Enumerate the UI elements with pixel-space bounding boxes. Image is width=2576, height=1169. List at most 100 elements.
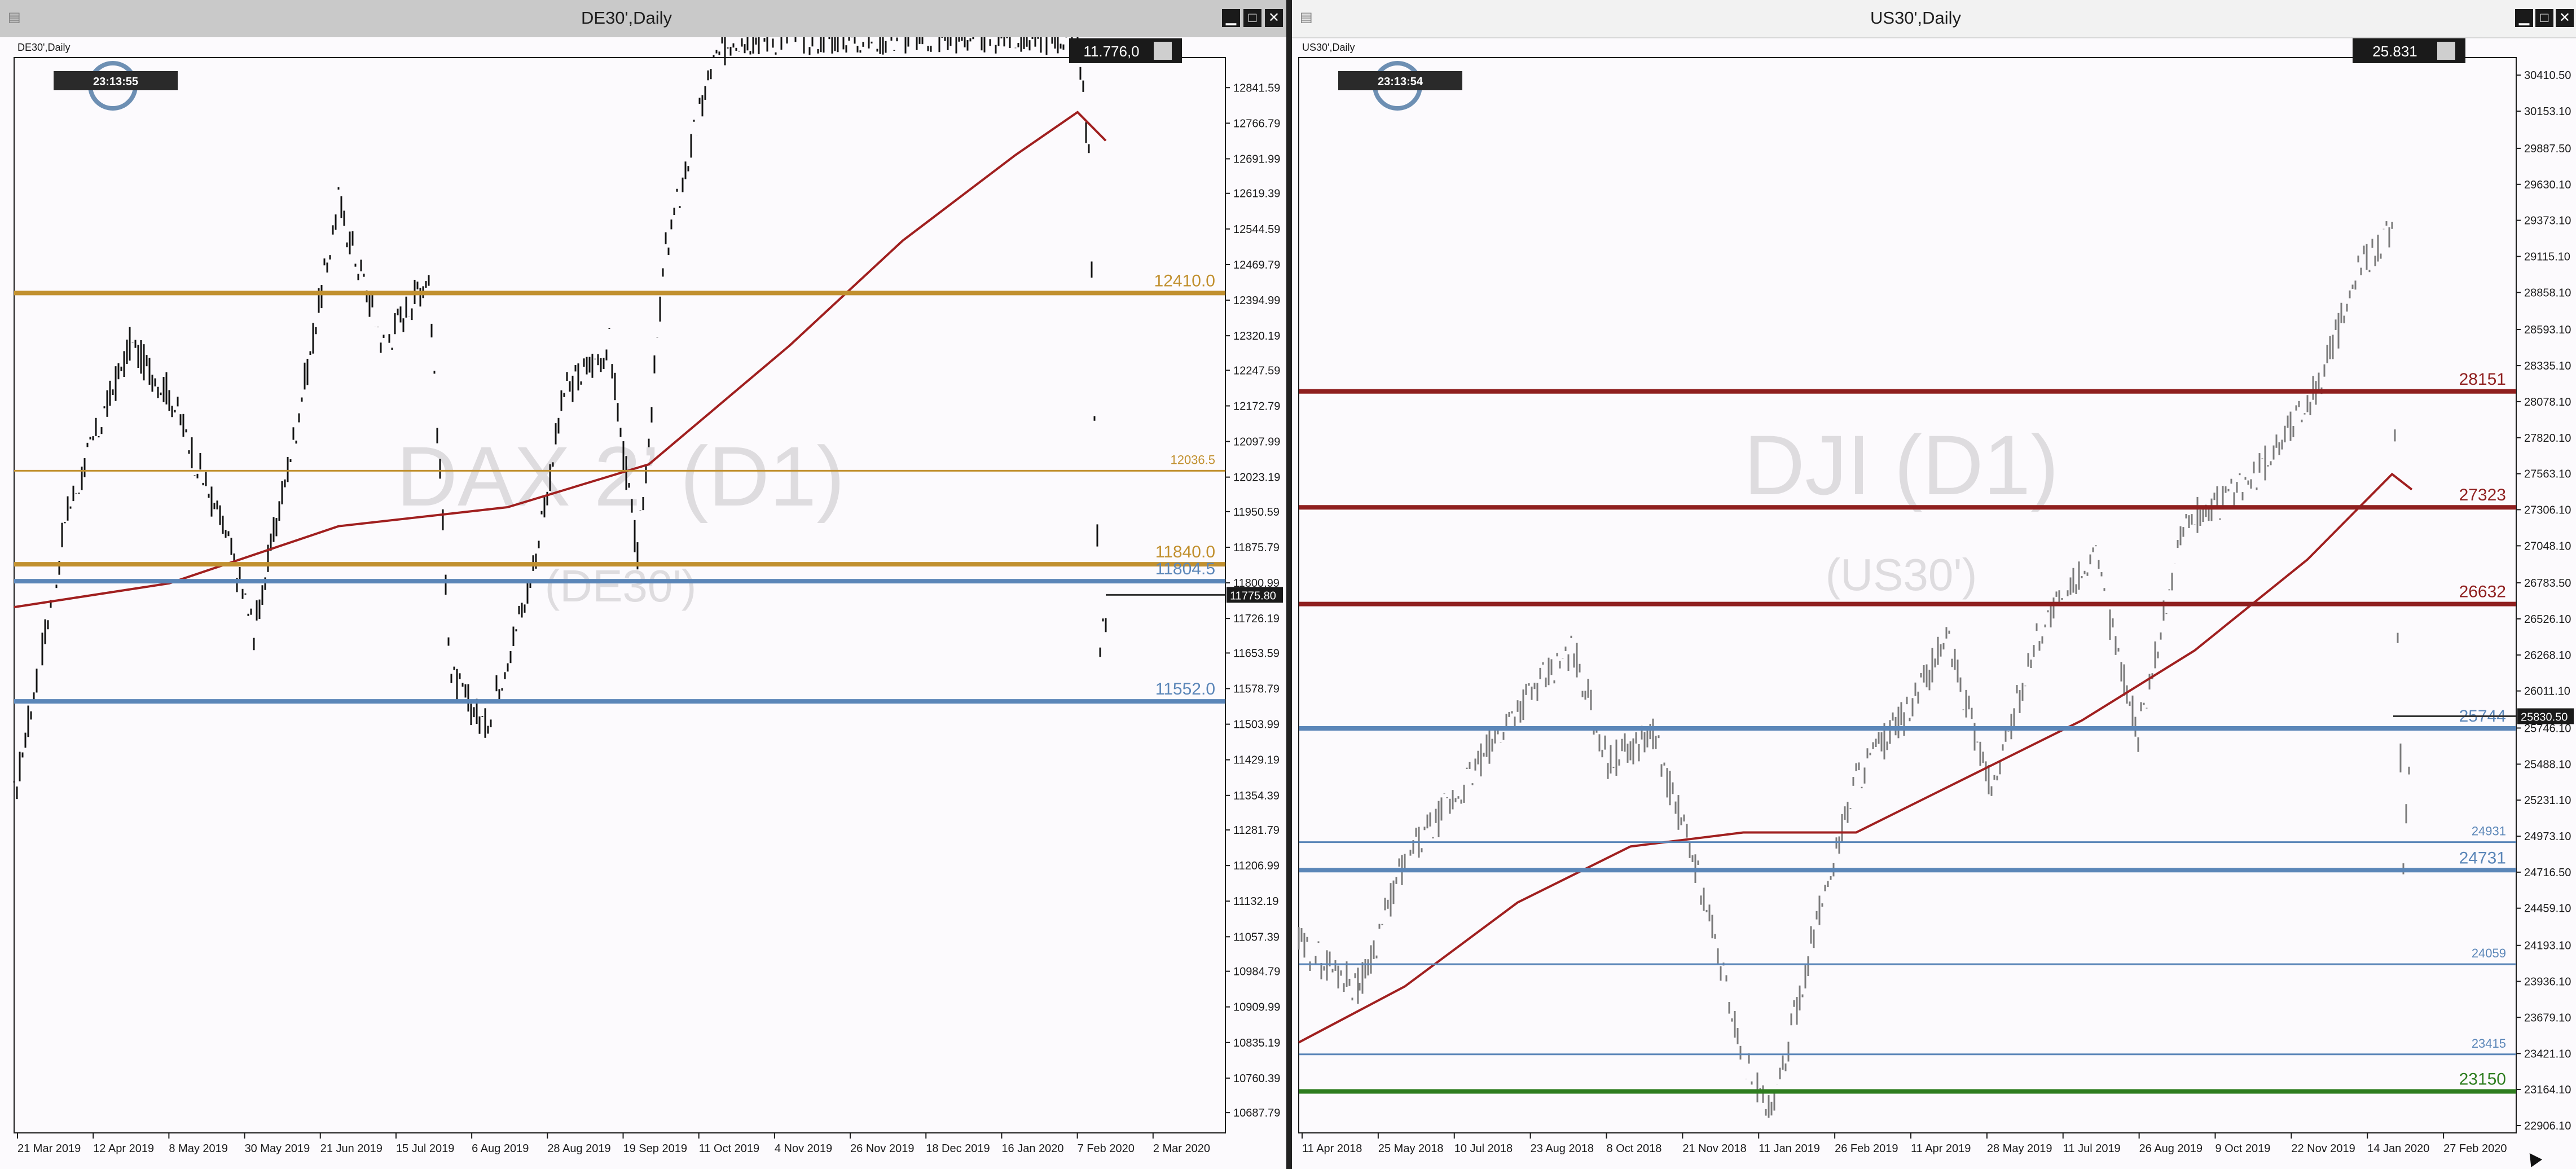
- y-tick-label: 11726.19: [1233, 613, 1280, 625]
- y-tick-label: 25488.10: [2524, 758, 2571, 771]
- dji-chart-window[interactable]: ▤ US30',Daily ▁ □ ✕ DJI (D1) (US30') 28151…: [1292, 0, 2576, 1169]
- level-label: 11804.5: [1155, 560, 1215, 578]
- x-tick-label: 26 Aug 2019: [2139, 1142, 2203, 1155]
- dji-window-titlebar[interactable]: ▤ US30',Daily ▁ □ ✕: [1292, 0, 2576, 38]
- minimize-button[interactable]: ▁: [1222, 9, 1240, 27]
- maximize-button[interactable]: □: [1243, 9, 1261, 27]
- current-price-text: 25830.50: [2521, 711, 2568, 723]
- y-tick-label: 23936.10: [2524, 975, 2571, 988]
- y-tick-label: 12247.59: [1233, 364, 1280, 377]
- y-tick-label: 27563.10: [2524, 468, 2571, 481]
- y-tick-label: 27048.10: [2524, 540, 2571, 552]
- y-tick-label: 11354.39: [1233, 790, 1280, 802]
- server-clock: 23:13:54: [1378, 76, 1423, 88]
- moving-average-line: [14, 111, 1107, 609]
- y-tick-label: 26526.10: [2524, 613, 2571, 626]
- x-tick-label: 8 May 2019: [169, 1142, 228, 1155]
- y-tick-label: 10835.19: [1233, 1037, 1280, 1049]
- x-tick-label: 27 Feb 2020: [2443, 1142, 2507, 1155]
- x-tick-label: 28 Aug 2019: [547, 1142, 610, 1155]
- y-tick-label: 12023.19: [1233, 472, 1280, 484]
- y-tick-label: 23164.10: [2524, 1084, 2571, 1096]
- x-tick-label: 8 Oct 2018: [1607, 1142, 1662, 1155]
- maximize-button[interactable]: □: [2535, 9, 2553, 27]
- level-label: 12410.0: [1154, 271, 1215, 290]
- y-tick-label: 11950.59: [1233, 506, 1280, 518]
- dax-window-titlebar[interactable]: ▤ DE30',Daily ▁ □ ✕: [0, 0, 1286, 37]
- y-tick-label: 10984.79: [1233, 966, 1280, 978]
- price-box-value: 25.831: [2372, 43, 2417, 60]
- y-tick-label: 24716.50: [2524, 867, 2571, 879]
- y-tick-label: 25231.10: [2524, 794, 2571, 807]
- y-tick-label: 28858.10: [2524, 287, 2571, 299]
- y-tick-label: 30410.50: [2524, 69, 2571, 82]
- price-box-spinner-icon: [1154, 42, 1172, 60]
- x-tick-label: 2 Mar 2020: [1153, 1142, 1210, 1155]
- x-tick-label: 22 Nov 2019: [2291, 1142, 2355, 1155]
- y-tick-label: 11578.79: [1233, 683, 1280, 696]
- close-button[interactable]: ✕: [1265, 9, 1283, 27]
- x-tick-label: 11 Apr 2018: [1302, 1142, 1362, 1155]
- y-tick-label: 24459.10: [2524, 903, 2571, 915]
- x-tick-label: 15 Jul 2019: [396, 1142, 454, 1155]
- level-label: 24731: [2459, 849, 2506, 867]
- x-tick-label: 9 Oct 2019: [2215, 1142, 2271, 1155]
- x-tick-label: 11 Jan 2019: [1759, 1142, 1820, 1155]
- y-tick-label: 10760.39: [1233, 1073, 1280, 1085]
- dax-window-title: DE30',Daily: [581, 8, 672, 28]
- x-tick-label: 21 Nov 2018: [1682, 1142, 1746, 1155]
- symbol-subtitle-watermark: (US30'): [1826, 550, 1977, 600]
- y-tick-label: 30153.10: [2524, 106, 2571, 118]
- y-tick-label: 11653.59: [1233, 647, 1280, 660]
- price-box-value: 11.776,0: [1083, 43, 1139, 60]
- x-tick-label: 11 Jul 2019: [2063, 1142, 2121, 1155]
- close-button[interactable]: ✕: [2556, 9, 2574, 27]
- y-tick-label: 11503.99: [1233, 719, 1280, 731]
- x-tick-label: 11 Oct 2019: [699, 1142, 759, 1155]
- y-tick-label: 12320.19: [1233, 330, 1280, 342]
- x-tick-label: 11 Apr 2019: [1911, 1142, 1971, 1155]
- symbol-watermark: DAX 2’ (D1): [397, 429, 845, 524]
- chart-symbol-label: DE30',Daily: [17, 42, 70, 53]
- y-tick-label: 26268.10: [2524, 649, 2571, 662]
- dji-window-title: US30',Daily: [1870, 8, 1961, 28]
- y-tick-label: 11429.19: [1233, 754, 1280, 767]
- level-label: 26632: [2459, 583, 2506, 601]
- y-tick-label: 28335.10: [2524, 360, 2571, 372]
- level-label: 23415: [2472, 1036, 2506, 1051]
- y-tick-label: 27306.10: [2524, 504, 2571, 516]
- x-tick-label: 19 Sep 2019: [623, 1142, 687, 1155]
- dji-price-chart[interactable]: DJI (D1)(US30')2815127323266322574424931…: [1292, 37, 2576, 1169]
- x-tick-label: 30 May 2019: [245, 1142, 310, 1155]
- y-tick-label: 12469.79: [1233, 259, 1280, 271]
- x-tick-label: 25 May 2018: [1378, 1142, 1444, 1155]
- y-tick-label: 26011.10: [2524, 685, 2570, 698]
- y-tick-label: 23679.10: [2524, 1012, 2571, 1024]
- x-tick-label: 26 Feb 2019: [1835, 1142, 1898, 1155]
- x-tick-label: 6 Aug 2019: [472, 1142, 529, 1155]
- y-tick-label: 29115.10: [2524, 251, 2570, 263]
- y-tick-label: 12691.99: [1233, 153, 1280, 165]
- y-tick-label: 10909.99: [1233, 1001, 1280, 1014]
- level-label: 11840.0: [1155, 543, 1215, 561]
- y-tick-label: 11281.79: [1233, 824, 1280, 837]
- minimize-button[interactable]: ▁: [2515, 9, 2533, 27]
- server-clock: 23:13:55: [93, 76, 138, 88]
- y-tick-label: 11875.79: [1233, 542, 1280, 554]
- x-tick-label: 7 Feb 2020: [1078, 1142, 1135, 1155]
- y-tick-label: 12619.39: [1233, 188, 1280, 200]
- x-tick-label: 26 Nov 2019: [850, 1142, 914, 1155]
- dax-chart-window[interactable]: ▤ DE30',Daily ▁ □ ✕ DAX 2’ (D1) (DE30') 12…: [0, 0, 1286, 1169]
- y-tick-label: 10687.79: [1233, 1107, 1280, 1119]
- y-tick-label: 12394.99: [1233, 295, 1280, 307]
- y-tick-label: 28593.10: [2524, 324, 2571, 336]
- x-tick-label: 10 Jul 2018: [1454, 1142, 1513, 1155]
- dax-price-chart[interactable]: DAX 2’ (D1)(DE30')12410.012036.511840.01…: [0, 37, 1286, 1169]
- y-tick-label: 28078.10: [2524, 396, 2571, 408]
- x-tick-label: 16 Jan 2020: [1001, 1142, 1063, 1155]
- y-tick-label: 11132.19: [1233, 895, 1278, 908]
- y-tick-label: 11206.99: [1233, 860, 1280, 872]
- level-label: 23150: [2459, 1070, 2506, 1089]
- chart-window-icon: ▤: [8, 10, 21, 25]
- level-label: 24059: [2472, 946, 2506, 960]
